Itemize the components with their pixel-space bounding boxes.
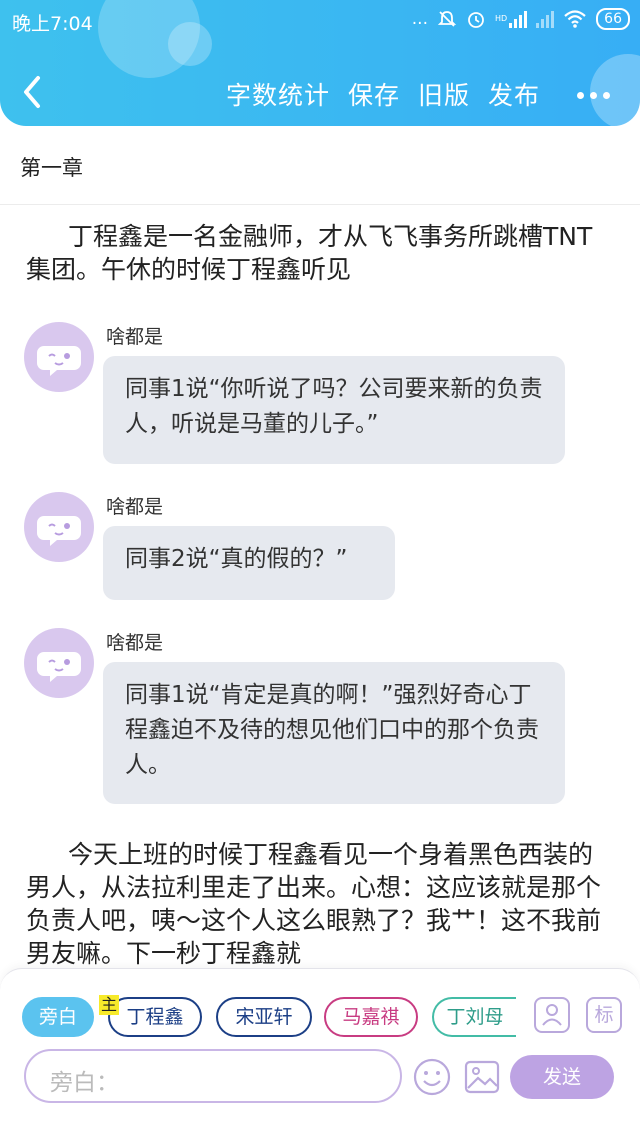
alarm-icon: [468, 12, 484, 28]
chapter-title[interactable]: 第一章: [20, 152, 83, 182]
emoji-button[interactable]: [412, 1057, 452, 1097]
narration-paragraph[interactable]: 丁程鑫是一名金融师，才从飞飞事务所跳槽TNT集团。午休的时候丁程鑫听见: [26, 220, 616, 286]
decor-bubble: [590, 54, 640, 126]
narration-paragraph[interactable]: 今天上班的时候丁程鑫看见一个身着黑色西装的男人，从法拉利里走了出来。心想：这应该…: [26, 838, 616, 970]
header-actions: 字数统计 保存 旧版 发布: [226, 76, 540, 112]
signal-icon: [536, 10, 555, 28]
battery-indicator: 66: [596, 8, 630, 30]
avatar[interactable]: [24, 492, 94, 562]
message-bubble[interactable]: 同事2说“真的假的？”: [103, 526, 395, 600]
hd-label: HD: [494, 14, 508, 23]
message-bubble[interactable]: 同事1说“你听说了吗？公司要来新的负责人，听说是马董的儿子。”: [103, 356, 565, 464]
avatar[interactable]: [24, 628, 94, 698]
more-dot: [603, 92, 610, 99]
sender-name: 啥都是: [106, 326, 164, 348]
composer-panel: 旁白 丁程鑫 主 宋亚轩 马嘉祺 丁刘母 标 旁白： 发送: [0, 968, 640, 1108]
character-chip-ding-liu-mu[interactable]: 丁刘母: [432, 997, 516, 1037]
publish-button[interactable]: 发布: [488, 76, 540, 112]
chat-bubble-face-icon: [37, 516, 81, 546]
character-chip-ding-chengxin[interactable]: 丁程鑫: [108, 997, 202, 1037]
message-input[interactable]: 旁白：: [24, 1049, 402, 1103]
character-chip-ma-jiaqi[interactable]: 马嘉祺: [324, 997, 418, 1037]
save-button[interactable]: 保存: [348, 76, 400, 112]
status-icons: ... HD 66: [412, 8, 630, 30]
chat-bubble-face-icon: [37, 346, 81, 376]
avatar[interactable]: [24, 322, 94, 392]
old-version-button[interactable]: 旧版: [418, 76, 470, 112]
more-dots-icon: ...: [411, 9, 428, 29]
top-header: 晚上7:04 ... HD 66 字数统计 保存 旧版 发布: [0, 0, 640, 126]
more-options-button[interactable]: [577, 92, 610, 99]
wifi-icon: [564, 10, 586, 28]
image-icon: [464, 1060, 500, 1094]
mute-bell-icon: [437, 11, 457, 27]
image-button[interactable]: [462, 1057, 502, 1097]
main-role-tag: 主: [99, 995, 120, 1015]
character-manage-button[interactable]: [534, 997, 570, 1033]
divider: [0, 204, 640, 205]
more-dot: [577, 92, 584, 99]
status-time: 晚上7:04: [12, 13, 93, 35]
sender-name: 啥都是: [106, 496, 164, 518]
character-chip-song-yaxuan[interactable]: 宋亚轩: [216, 997, 312, 1037]
input-placeholder: 旁白：: [50, 1070, 119, 1096]
narrator-chip[interactable]: 旁白: [22, 997, 94, 1037]
signal-hd-icon: HD: [494, 10, 528, 28]
person-card-icon: [542, 1004, 562, 1026]
sender-name: 啥都是: [106, 632, 164, 654]
chat-bubble-face-icon: [37, 652, 81, 682]
message-bubble[interactable]: 同事1说“肯定是真的啊！”强烈好奇心丁程鑫迫不及待的想见他们口中的那个负责人。: [103, 662, 565, 804]
chevron-left-icon: [24, 76, 40, 108]
smiley-icon: [413, 1058, 451, 1096]
more-dot: [590, 92, 597, 99]
bottom-spacer: [0, 1108, 640, 1138]
status-bar: 晚上7:04 ... HD 66: [0, 0, 640, 44]
back-button[interactable]: [18, 74, 48, 110]
tag-button[interactable]: 标: [586, 997, 622, 1033]
send-button[interactable]: 发送: [510, 1055, 614, 1099]
word-count-button[interactable]: 字数统计: [226, 76, 330, 112]
